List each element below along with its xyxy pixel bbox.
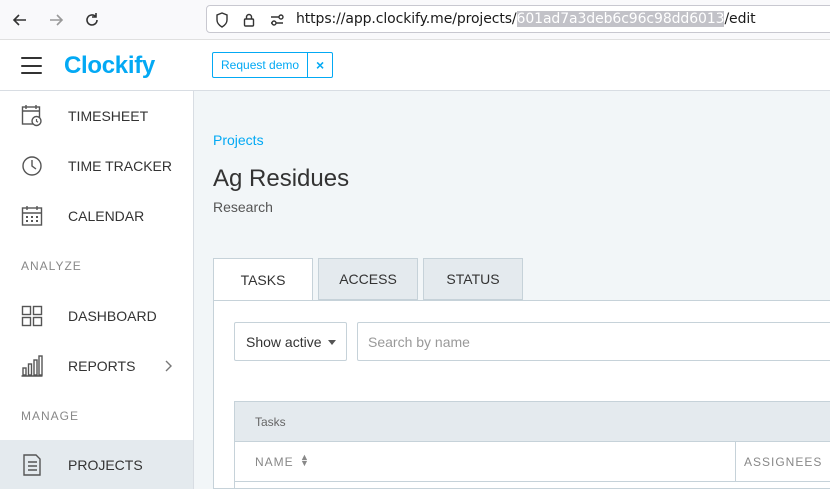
close-icon[interactable]: × xyxy=(308,53,332,77)
site-permissions-icon xyxy=(271,14,284,26)
projects-icon xyxy=(23,454,41,476)
sidebar-item-timesheet[interactable]: TIMESHEET xyxy=(0,91,193,141)
menu-icon[interactable] xyxy=(21,57,42,74)
back-button[interactable] xyxy=(8,8,32,32)
column-divider xyxy=(735,442,736,482)
sidebar-item-projects[interactable]: PROJECTS xyxy=(0,440,193,489)
url-highlight: 601ad7a3deb6c96c98dd6013 xyxy=(516,11,725,27)
clockify-logo[interactable]: Clockify xyxy=(64,52,155,80)
browser-toolbar: https://app.clockify.me/projects/601ad7a… xyxy=(0,0,830,40)
section-manage: MANAGE xyxy=(21,409,80,423)
reports-icon xyxy=(21,355,43,377)
sidebar-item-label: TIMESHEET xyxy=(68,108,149,124)
timesheet-icon xyxy=(21,105,42,127)
address-bar[interactable]: https://app.clockify.me/projects/601ad7a… xyxy=(206,5,830,33)
filter-select[interactable]: Show active xyxy=(234,322,347,361)
sidebar-item-calendar[interactable]: CALENDAR xyxy=(0,191,193,241)
sidebar-item-label: REPORTS xyxy=(68,358,136,374)
dashboard-icon xyxy=(21,305,43,327)
breadcrumb-projects[interactable]: Projects xyxy=(213,132,264,148)
sidebar-item-dashboard[interactable]: DASHBOARD xyxy=(0,291,193,341)
tasks-table: Tasks NAME ▲ ▼ ASSIGNEES xyxy=(234,401,830,489)
sidebar-item-label: DASHBOARD xyxy=(68,308,157,324)
lock-icon xyxy=(243,13,255,27)
client-name: Research xyxy=(213,199,273,215)
calendar-icon xyxy=(21,206,43,226)
sidebar-item-label: CALENDAR xyxy=(68,208,145,224)
tasks-panel: Show active Tasks NAME ▲▼ ASSIGNEES xyxy=(213,300,830,489)
table-title: Tasks xyxy=(235,402,830,442)
arrow-left-icon xyxy=(12,14,26,26)
arrow-right-icon xyxy=(50,14,64,26)
clock-icon xyxy=(22,156,42,176)
request-demo-button[interactable]: Request demo xyxy=(213,53,309,77)
column-assignees-header: ASSIGNEES xyxy=(744,455,823,469)
tab-status[interactable]: STATUS xyxy=(423,258,523,300)
url-text: https://app.clockify.me/projects/601ad7a… xyxy=(296,11,756,27)
table-header-row: NAME ▲ ▼ ASSIGNEES xyxy=(235,442,830,482)
tab-access[interactable]: ACCESS xyxy=(318,258,418,300)
filter-value: Show active xyxy=(246,333,322,350)
main-content: Projects Ag Residues Research TASKS ACCE… xyxy=(194,91,830,489)
request-demo-banner: Request demo × xyxy=(212,52,334,78)
app-header: Clockify Request demo × xyxy=(0,40,830,91)
sidebar-item-label: TIME TRACKER xyxy=(68,158,172,174)
column-name-header[interactable]: NAME xyxy=(255,455,294,469)
reload-icon xyxy=(86,13,98,26)
sidebar: TIMESHEET TIME TRACKER CALENDAR ANALYZE … xyxy=(0,91,194,489)
page-title: Ag Residues xyxy=(213,165,350,192)
sort-icon[interactable]: ▲ ▼ xyxy=(300,453,309,468)
sidebar-item-reports[interactable]: REPORTS xyxy=(0,341,193,391)
caret-down-icon xyxy=(328,340,336,345)
forward-button[interactable] xyxy=(44,8,68,32)
sidebar-item-label: PROJECTS xyxy=(68,457,143,473)
section-analyze: ANALYZE xyxy=(21,259,82,273)
chevron-right-icon[interactable] xyxy=(163,359,173,373)
reload-button[interactable] xyxy=(80,8,104,32)
tab-tasks[interactable]: TASKS xyxy=(213,258,313,301)
shield-icon xyxy=(216,12,228,28)
sidebar-item-time-tracker[interactable]: TIME TRACKER xyxy=(0,141,193,191)
search-input[interactable] xyxy=(357,322,830,361)
